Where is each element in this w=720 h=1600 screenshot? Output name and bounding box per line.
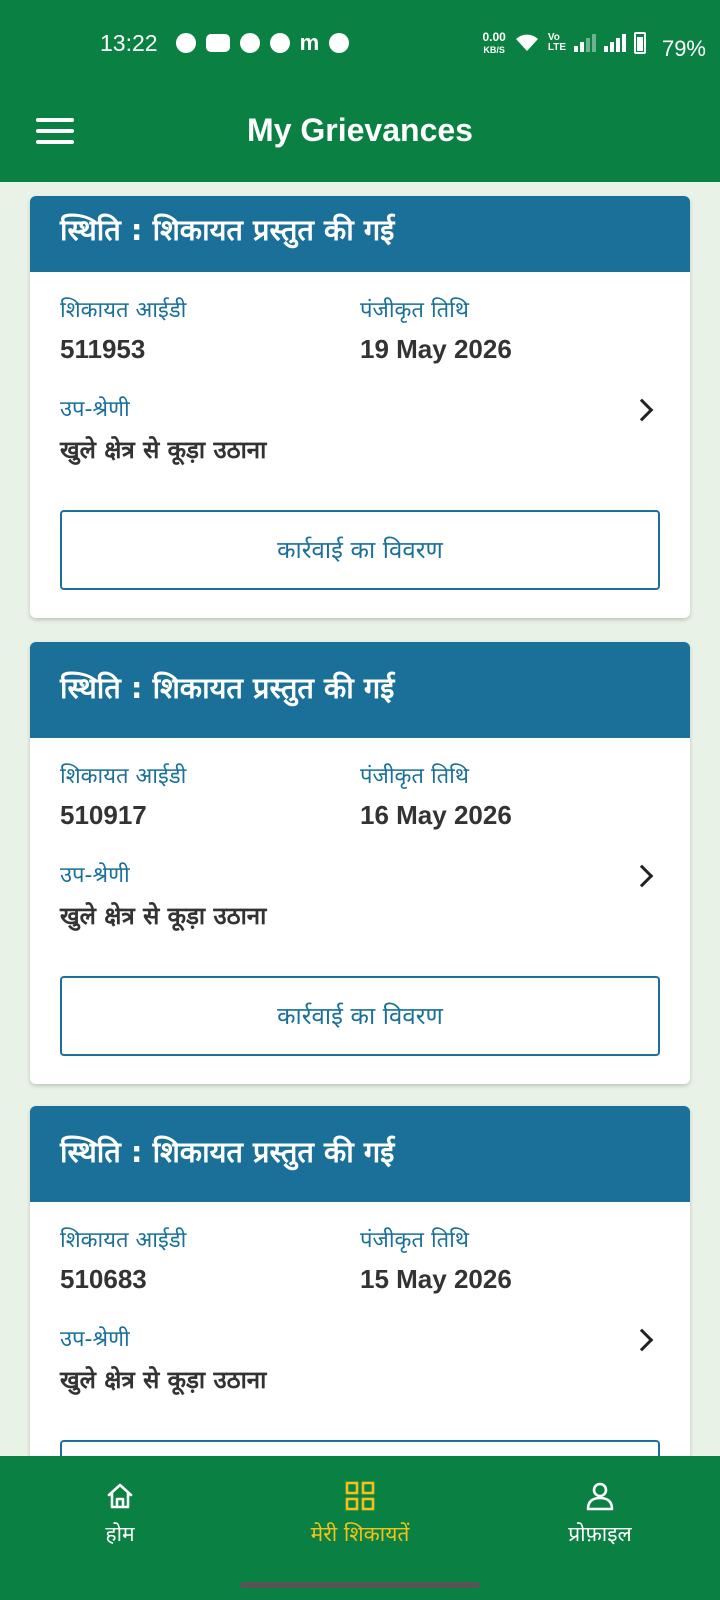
registered-date-label: पंजीकृत तिथि bbox=[360, 1228, 469, 1253]
grievance-status: स्थिति : शिकायत प्रस्तुत की गई bbox=[30, 196, 690, 272]
facebook-notification-icon bbox=[269, 33, 290, 53]
registered-date: 15 May 2026 bbox=[360, 1264, 512, 1294]
volte-icon: Vo LTE bbox=[547, 32, 566, 53]
network-speed: 0.00 KB/S bbox=[482, 31, 505, 56]
status-bar: 13:22 m 0.00 KB/S Vo LTE 79% bbox=[0, 0, 720, 86]
subcategory-value: खुले क्षेत्र से कूड़ा उठाना bbox=[60, 1366, 267, 1394]
registered-date-label: पंजीकृत तिथि bbox=[360, 298, 469, 323]
grievance-card[interactable]: स्थिति : शिकायत प्रस्तुत की गई शिकायत आई… bbox=[30, 642, 690, 1084]
nav-item-profile[interactable]: प्रोफ़ाइल bbox=[480, 1456, 720, 1600]
grid-icon bbox=[345, 1481, 375, 1511]
grievance-card-body: शिकायत आईडी 510683 पंजीकृत तिथि 15 May 2… bbox=[30, 1202, 690, 1456]
signal-2-icon bbox=[604, 34, 626, 52]
grievance-card[interactable]: स्थिति : शिकायत प्रस्तुत की गई शिकायत आई… bbox=[30, 196, 690, 618]
battery-icon bbox=[634, 32, 646, 54]
grievance-id-label: शिकायत आईडी bbox=[60, 764, 187, 789]
app-notification-icon bbox=[329, 33, 350, 53]
subcategory-label: उप-श्रेणी bbox=[60, 1327, 130, 1352]
status-time: 13:22 bbox=[100, 29, 158, 56]
system-icons: 0.00 KB/S Vo LTE bbox=[482, 0, 646, 86]
m-app-notification-icon: m bbox=[299, 30, 320, 55]
battery-percent: 79% bbox=[661, 36, 706, 61]
bottom-navigation: होम मेरी शिकायतें प्रोफ़ाइल bbox=[0, 1456, 720, 1600]
nav-label-my-grievances: मेरी शिकायतें bbox=[310, 1522, 410, 1546]
grievance-list[interactable]: स्थिति : शिकायत प्रस्तुत की गई शिकायत आई… bbox=[0, 182, 720, 1456]
person-icon bbox=[586, 1482, 614, 1511]
nav-item-my-grievances[interactable]: मेरी शिकायतें bbox=[240, 1456, 480, 1600]
subcategory-label: उप-श्रेणी bbox=[60, 397, 130, 422]
grievance-status: स्थिति : शिकायत प्रस्तुत की गई bbox=[30, 642, 690, 738]
gesture-bar[interactable] bbox=[240, 1582, 480, 1588]
action-details-button[interactable]: कार्रवाई का विवरण bbox=[60, 510, 660, 590]
signal-1-icon bbox=[574, 34, 596, 52]
registered-date-label: पंजीकृत तिथि bbox=[360, 764, 469, 789]
grievance-id-label: शिकायत आईडी bbox=[60, 1228, 187, 1253]
registered-date: 19 May 2026 bbox=[360, 334, 512, 364]
page-title: My Grievances bbox=[247, 112, 473, 148]
network-speed-value: 0.00 bbox=[482, 29, 506, 44]
grievance-id: 510917 bbox=[60, 800, 147, 830]
nav-item-home[interactable]: होम bbox=[0, 1456, 240, 1600]
registered-date: 16 May 2026 bbox=[360, 800, 512, 830]
home-icon bbox=[107, 1483, 133, 1509]
grievance-id: 510683 bbox=[60, 1264, 147, 1294]
grievance-card[interactable]: स्थिति : शिकायत प्रस्तुत की गई शिकायत आई… bbox=[30, 1106, 690, 1456]
youtube-notification-icon bbox=[205, 34, 230, 52]
action-details-button[interactable]: कार्रवाई का विवरण bbox=[60, 976, 660, 1056]
grievance-card-body: शिकायत आईडी 510917 पंजीकृत तिथि 16 May 2… bbox=[30, 738, 690, 1084]
grievance-card-body: शिकायत आईडी 511953 पंजीकृत तिथि 19 May 2… bbox=[30, 272, 690, 618]
subcategory-label: उप-श्रेणी bbox=[60, 863, 130, 888]
subcategory-value: खुले क्षेत्र से कूड़ा उठाना bbox=[60, 436, 267, 464]
grievance-status: स्थिति : शिकायत प्रस्तुत की गई bbox=[30, 1106, 690, 1202]
wifi-icon bbox=[515, 34, 538, 51]
phonepe-notification-icon bbox=[239, 33, 260, 53]
grievance-id-label: शिकायत आईडी bbox=[60, 298, 187, 323]
network-speed-unit: KB/S bbox=[483, 44, 505, 55]
nav-label-home: होम bbox=[105, 1522, 135, 1546]
app-bar: My Grievances bbox=[0, 86, 720, 182]
action-details-button[interactable]: कार्रवाई का विवरण bbox=[60, 1440, 660, 1456]
nav-label-profile: प्रोफ़ाइल bbox=[568, 1522, 632, 1546]
subcategory-value: खुले क्षेत्र से कूड़ा उठाना bbox=[60, 902, 267, 930]
grievance-id: 511953 bbox=[60, 334, 146, 364]
notification-icons: m bbox=[175, 30, 350, 56]
chat-notification-icon bbox=[175, 33, 196, 53]
